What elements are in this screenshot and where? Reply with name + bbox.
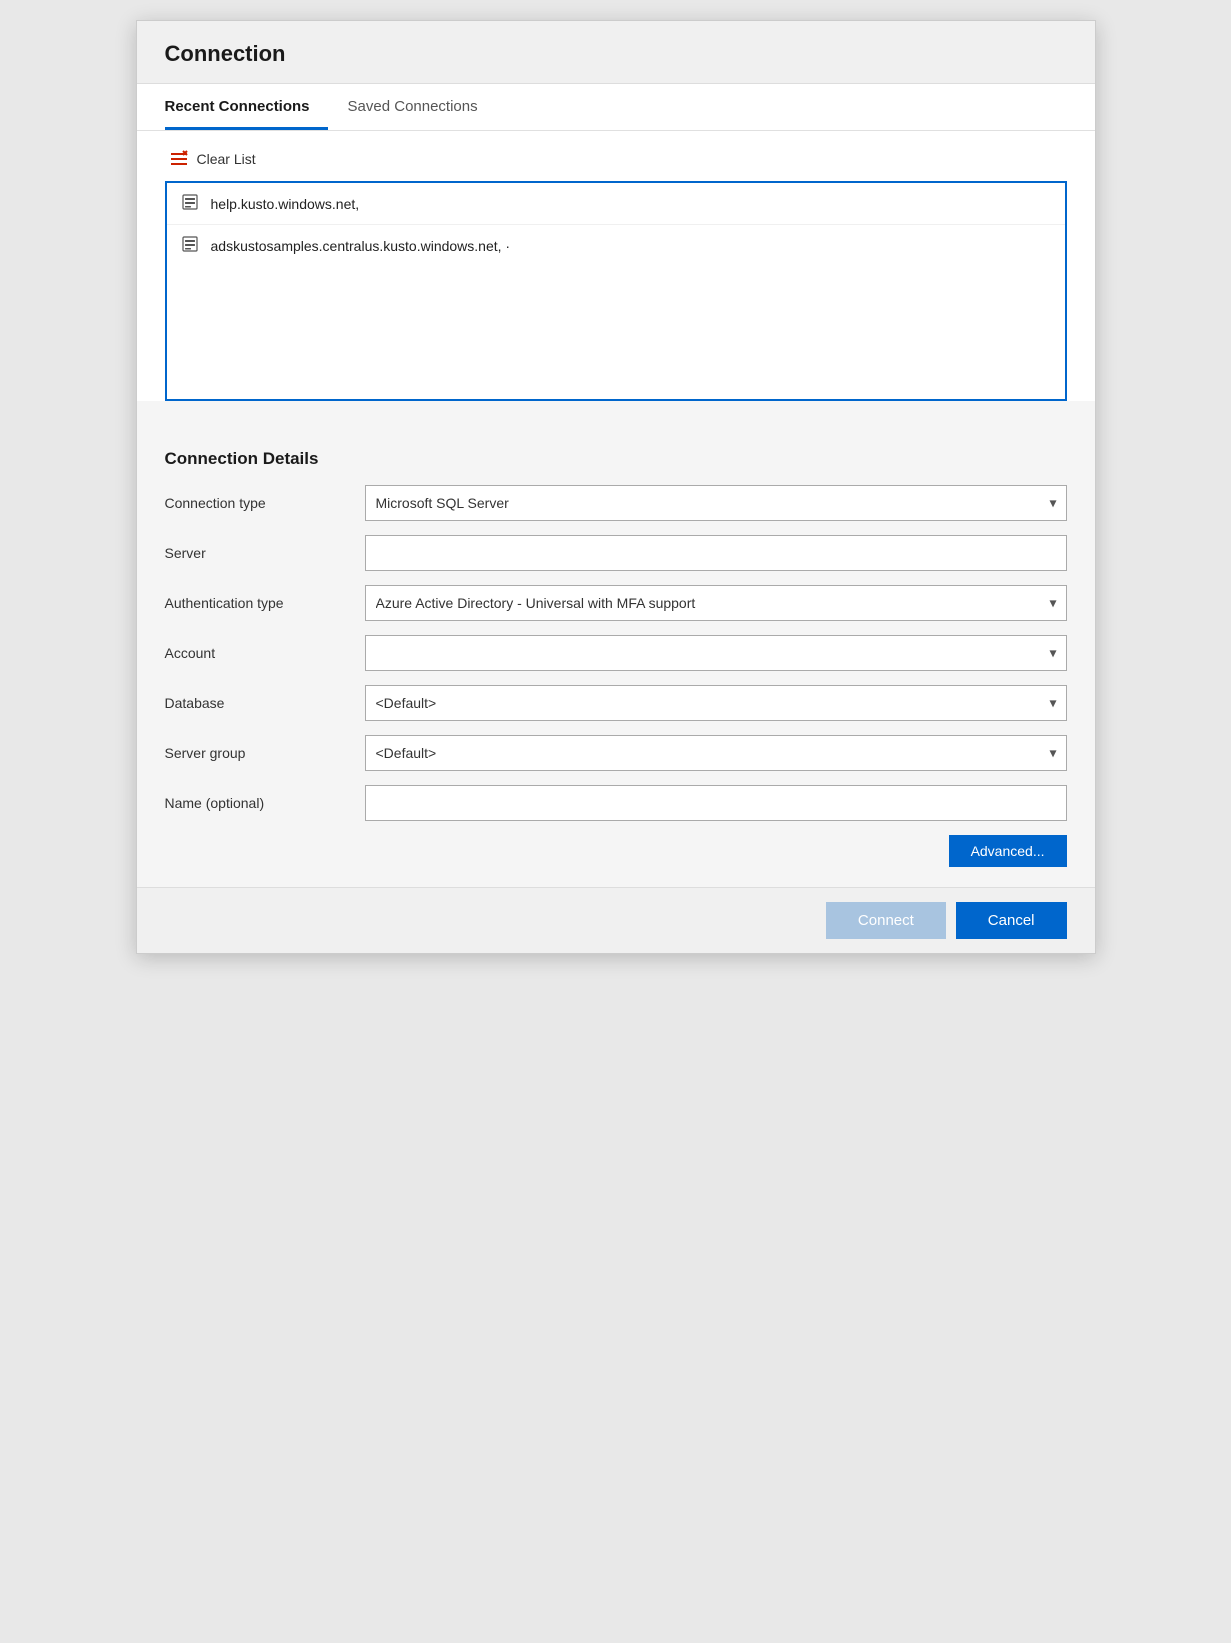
account-label: Account [165,645,365,661]
connection-item[interactable]: help.kusto.windows.net, [167,183,1065,225]
auth-type-row: Authentication type Azure Active Directo… [165,585,1067,621]
database-label: Database [165,695,365,711]
auth-type-select[interactable]: Azure Active Directory - Universal with … [365,585,1067,621]
connect-button[interactable]: Connect [826,902,946,939]
server-input[interactable] [365,535,1067,571]
connection-type-label: Connection type [165,495,365,511]
auth-type-label: Authentication type [165,595,365,611]
name-label: Name (optional) [165,795,365,811]
name-row: Name (optional) [165,785,1067,821]
database-icon [181,193,199,214]
clear-list-icon [169,149,189,169]
clear-list-button[interactable]: Clear List [165,141,260,177]
database-row: Database <Default> [165,685,1067,721]
dialog-footer: Connect Cancel [137,887,1095,953]
dialog-title: Connection [137,21,1095,84]
server-group-select[interactable]: <Default> [365,735,1067,771]
connection-details-title: Connection Details [165,431,1067,485]
server-group-label: Server group [165,745,365,761]
account-wrapper [365,635,1067,671]
recent-connections-section: Clear List help.kusto.windows.net, [137,131,1095,401]
connections-list: help.kusto.windows.net, adskustosamples.… [165,181,1067,401]
server-group-row: Server group <Default> [165,735,1067,771]
advanced-button[interactable]: Advanced... [949,835,1067,867]
database-wrapper: <Default> [365,685,1067,721]
connection-item[interactable]: adskustosamples.centralus.kusto.windows.… [167,225,1065,266]
account-select[interactable] [365,635,1067,671]
server-group-wrapper: <Default> [365,735,1067,771]
server-row: Server [165,535,1067,571]
tab-saved[interactable]: Saved Connections [348,84,496,130]
tab-recent[interactable]: Recent Connections [165,84,328,130]
connection-type-select[interactable]: Microsoft SQL Server PostgreSQL MySQL SQ… [365,485,1067,521]
advanced-row: Advanced... [165,835,1067,867]
name-input[interactable] [365,785,1067,821]
connection-type-wrapper: Microsoft SQL Server PostgreSQL MySQL SQ… [365,485,1067,521]
connection-dialog: Connection Recent Connections Saved Conn… [136,20,1096,954]
spacer [137,401,1095,431]
connection-details-section: Connection Details Connection type Micro… [137,431,1095,887]
server-label: Server [165,545,365,561]
database-select[interactable]: <Default> [365,685,1067,721]
cancel-button[interactable]: Cancel [956,902,1067,939]
connection-type-row: Connection type Microsoft SQL Server Pos… [165,485,1067,521]
account-row: Account [165,635,1067,671]
database-icon [181,235,199,256]
tabs-section: Recent Connections Saved Connections [137,84,1095,131]
tabs-container: Recent Connections Saved Connections [165,84,1067,130]
auth-type-wrapper: Azure Active Directory - Universal with … [365,585,1067,621]
